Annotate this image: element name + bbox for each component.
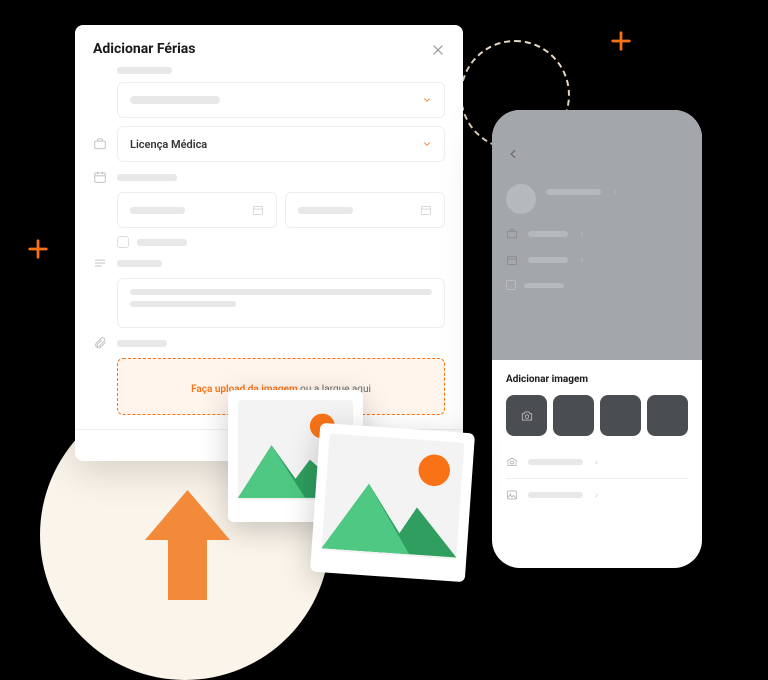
modal-title: Adicionar Férias <box>93 41 195 57</box>
end-date-input[interactable] <box>285 192 445 228</box>
chevron-right-icon <box>593 492 600 499</box>
checkbox-label-placeholder <box>524 283 564 288</box>
chevron-down-icon <box>422 139 432 149</box>
bottom-sheet-title: Adicionar imagem <box>506 374 688 385</box>
option-label-placeholder <box>528 459 583 465</box>
gallery-thumb[interactable] <box>600 395 641 436</box>
chevron-right-icon <box>578 230 586 238</box>
camera-thumb[interactable] <box>506 395 547 436</box>
gallery-option[interactable] <box>506 483 688 507</box>
chevron-right-icon <box>611 188 619 196</box>
checkbox-label-placeholder <box>137 239 187 246</box>
camera-icon <box>520 409 534 423</box>
image-icon <box>506 489 518 501</box>
chevron-right-icon <box>593 459 600 466</box>
leave-type-value: Licença Médica <box>130 138 207 151</box>
gallery-thumb[interactable] <box>647 395 688 436</box>
upload-arrow-icon <box>145 490 230 600</box>
calendar-icon <box>420 204 432 216</box>
start-date-input[interactable] <box>117 192 277 228</box>
field-label-placeholder <box>117 260 162 267</box>
leave-type-select[interactable]: Licença Médica <box>117 126 445 162</box>
camera-option[interactable] <box>506 450 688 474</box>
select-placeholder <box>130 96 220 104</box>
plus-icon <box>27 238 49 266</box>
list-item[interactable] <box>506 228 688 240</box>
list-item-placeholder <box>528 257 568 263</box>
field-label-placeholder <box>117 340 167 347</box>
date-placeholder <box>130 207 185 214</box>
list-item[interactable] <box>506 254 688 266</box>
text-placeholder <box>130 301 236 307</box>
field-label-placeholder <box>117 67 172 74</box>
photo-card <box>310 423 475 583</box>
gallery-thumb[interactable] <box>553 395 594 436</box>
plus-icon <box>610 30 632 58</box>
attachment-icon <box>93 336 107 350</box>
chevron-down-icon <box>422 95 432 105</box>
date-placeholder <box>298 207 353 214</box>
notes-icon <box>93 256 107 270</box>
calendar-icon <box>252 204 264 216</box>
field-label-placeholder <box>117 174 177 181</box>
briefcase-icon <box>93 137 107 151</box>
chevron-right-icon <box>578 256 586 264</box>
employee-select[interactable] <box>117 82 445 118</box>
all-day-checkbox[interactable] <box>117 236 129 248</box>
divider <box>506 478 688 479</box>
phone-mockup: Adicionar imagem <box>492 110 702 568</box>
notes-textarea[interactable] <box>117 278 445 328</box>
image-placeholder-icon <box>321 433 464 560</box>
phone-bottom-sheet: Adicionar imagem <box>492 360 702 521</box>
checkbox[interactable] <box>506 280 516 290</box>
close-button[interactable] <box>431 42 445 56</box>
avatar <box>506 184 536 214</box>
name-placeholder <box>546 189 601 195</box>
camera-icon <box>506 456 518 468</box>
option-label-placeholder <box>528 492 583 498</box>
calendar-icon <box>506 254 518 266</box>
briefcase-icon <box>506 228 518 240</box>
list-item-placeholder <box>528 231 568 237</box>
text-placeholder <box>130 289 432 295</box>
phone-top-section <box>492 110 702 360</box>
back-button[interactable] <box>506 146 520 160</box>
calendar-icon <box>93 170 107 184</box>
